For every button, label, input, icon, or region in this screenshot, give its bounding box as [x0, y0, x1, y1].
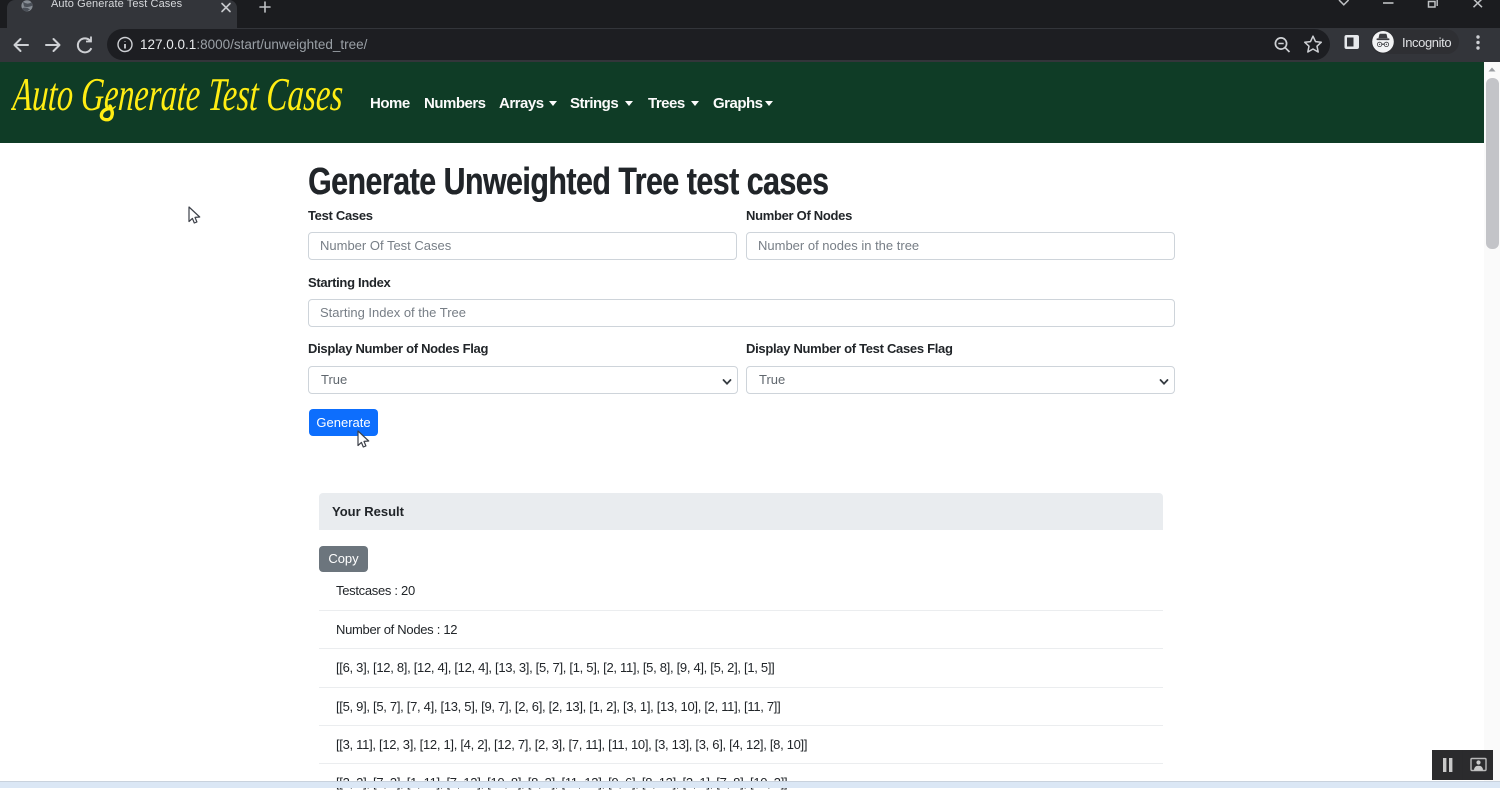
svg-text:Auto Generate Test Cases: Auto Generate Test Cases [11, 69, 345, 121]
